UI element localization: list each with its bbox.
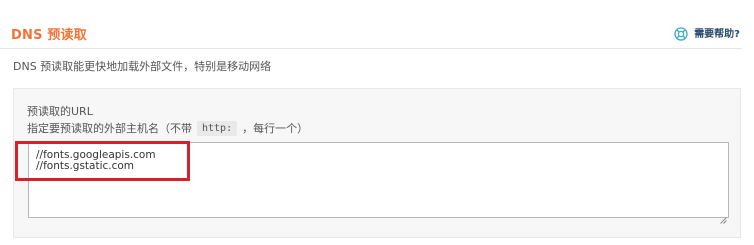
section-header: DNS 预读取 需要帮助? <box>0 0 742 49</box>
resize-handle-icon[interactable] <box>720 209 727 224</box>
help-link[interactable]: 需要帮助? <box>674 25 740 41</box>
field-hint-text-before: 指定要预读取的外部主机名（不带 <box>27 122 192 135</box>
field-hint: 指定要预读取的外部主机名（不带 http: ，每行一个） <box>27 120 308 136</box>
field-label: 预读取的URL <box>27 105 93 118</box>
section-title: DNS 预读取 <box>11 28 87 43</box>
section-description: DNS 预读取能更快地加载外部文件，特别是移动网络 <box>13 60 272 73</box>
field-hint-text-after: ，每行一个） <box>242 122 309 135</box>
prefetch-url-textarea[interactable]: //fonts.googleapis.com //fonts.gstatic.c… <box>28 142 729 218</box>
settings-page: DNS 预读取 需要帮助? DNS 预读取能更快地加载外部文件，特别是移动网络 … <box>0 0 754 245</box>
field-hint-code: http: <box>197 120 238 136</box>
lifebuoy-icon <box>674 26 688 41</box>
help-link-label: 需要帮助? <box>694 29 740 40</box>
prefetch-url-panel: 预读取的URL 指定要预读取的外部主机名（不带 http: ，每行一个） //f… <box>13 88 741 238</box>
